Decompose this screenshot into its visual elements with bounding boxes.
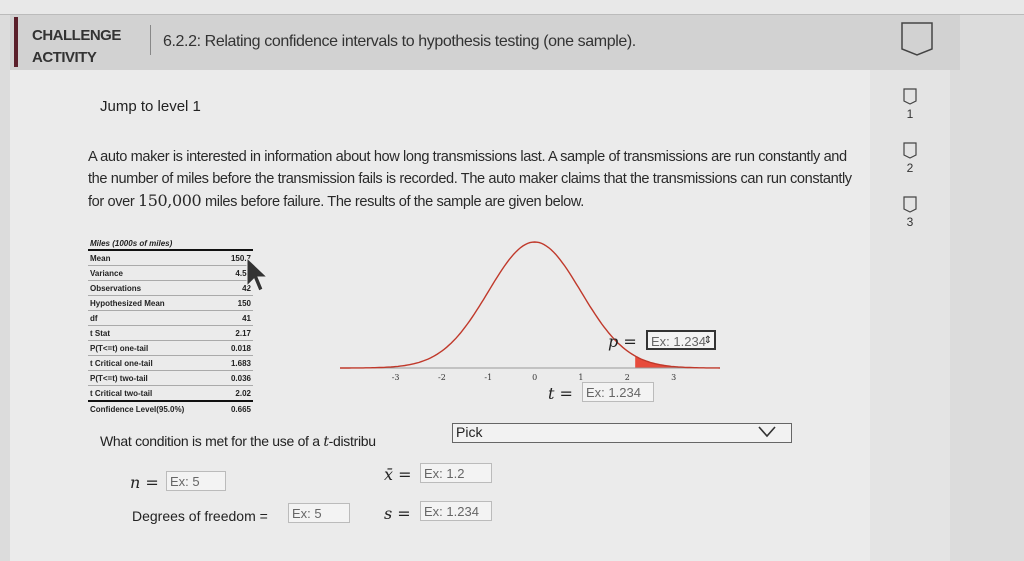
row-value: 2.02 bbox=[220, 385, 253, 402]
n-input[interactable]: Ex: 5 bbox=[166, 471, 226, 491]
row-label: t Critical one-tail bbox=[88, 355, 221, 371]
top-strip bbox=[0, 0, 1024, 15]
level-flag-icon bbox=[903, 196, 917, 213]
n-label: n = bbox=[130, 473, 159, 492]
table-row: Observations 42 bbox=[88, 280, 253, 296]
activity-completion-flag-icon bbox=[900, 21, 934, 62]
table-row: Confidence Level(95.0%) 0.665 bbox=[88, 401, 253, 416]
activity-title: 6.2.2: Relating confidence intervals to … bbox=[163, 33, 636, 50]
x-tick-label: 3 bbox=[671, 373, 676, 382]
level-flag-icon bbox=[903, 88, 917, 105]
p-value-input[interactable]: Ex: 1.234 ⇕ bbox=[646, 330, 716, 350]
table-row: Mean 150.7 bbox=[88, 250, 253, 266]
t-distribution-chart: -3 -2 -1 0 1 2 3 bbox=[340, 241, 720, 382]
spinner-icon[interactable]: ⇕ bbox=[704, 331, 712, 350]
df-input[interactable]: Ex: 5 bbox=[288, 503, 350, 523]
level-flag-icon bbox=[903, 142, 917, 159]
row-label: Confidence Level(95.0%) bbox=[90, 404, 185, 414]
row-label: t Stat bbox=[88, 325, 221, 341]
row-label: Variance bbox=[88, 265, 221, 281]
row-label: df bbox=[88, 310, 221, 326]
table-row: t Critical one-tail 1.683 bbox=[88, 355, 253, 371]
level-3-button[interactable]: 3 bbox=[870, 196, 950, 229]
activity-header: CHALLENGE ACTIVITY 6.2.2: Relating confi… bbox=[10, 15, 960, 70]
table-row: Variance 4.55 bbox=[88, 265, 253, 281]
sample-results-table: Miles (1000s of miles) Mean 150.7 Variance… bbox=[88, 238, 253, 416]
t-distribution-condition-question: What condition is met for the use of a t… bbox=[100, 433, 376, 450]
x-tick-label: 2 bbox=[625, 373, 630, 382]
problem-statement: A auto maker is interested in informatio… bbox=[88, 149, 852, 210]
table-row: t Critical two-tail 2.02 bbox=[88, 385, 253, 402]
table-row: t Stat 2.17 bbox=[88, 325, 253, 341]
row-label: P(T<=t) two-tail bbox=[88, 370, 221, 386]
row-label: P(T<=t) one-tail bbox=[88, 340, 221, 356]
table-row: P(T<=t) two-tail 0.036 bbox=[88, 370, 253, 386]
x-tick-label: 1 bbox=[578, 373, 583, 382]
row-label: Mean bbox=[88, 250, 221, 266]
xbar-input[interactable]: Ex: 1.2 bbox=[420, 463, 492, 483]
t-value-input[interactable]: Ex: 1.234 bbox=[582, 382, 654, 402]
row-label: t Critical two-tail bbox=[88, 385, 221, 402]
x-tick-label: 0 bbox=[532, 373, 537, 382]
p-label: p = bbox=[608, 332, 637, 351]
row-value: 0.018 bbox=[220, 340, 253, 356]
df-label: Degrees of freedom = bbox=[132, 508, 268, 524]
x-tick-label: -1 bbox=[484, 373, 492, 382]
xbar-label: x̄ = bbox=[384, 465, 412, 484]
claim-number: 150,000 bbox=[137, 191, 202, 210]
row-value: 0.036 bbox=[220, 370, 253, 386]
row-value: 41 bbox=[220, 310, 253, 326]
level-1-button[interactable]: 1 bbox=[870, 88, 950, 121]
level-sidebar: 1 2 3 bbox=[870, 70, 950, 561]
header-accent-bar bbox=[14, 17, 18, 67]
row-value: 2.17 bbox=[220, 325, 253, 341]
mouse-cursor-icon bbox=[245, 256, 269, 301]
x-tick-label: -2 bbox=[438, 373, 446, 382]
row-value: 1.683 bbox=[220, 355, 253, 371]
jump-to-level-link[interactable]: Jump to level 1 bbox=[100, 98, 201, 115]
chevron-down-icon bbox=[757, 425, 777, 442]
row-label: Hypothesized Mean bbox=[88, 295, 221, 311]
table-row: Hypothesized Mean 150 bbox=[88, 295, 253, 311]
activity-type-label: CHALLENGE ACTIVITY bbox=[32, 27, 121, 66]
row-label: Observations bbox=[88, 280, 221, 296]
table-row: df 41 bbox=[88, 310, 253, 326]
s-label: s = bbox=[384, 504, 411, 523]
table-header: Miles (1000s of miles) bbox=[88, 238, 253, 251]
table-row: P(T<=t) one-tail 0.018 bbox=[88, 340, 253, 356]
x-tick-label: -3 bbox=[392, 373, 400, 382]
row-value: 0.665 bbox=[230, 404, 251, 414]
condition-dropdown[interactable]: Pick bbox=[452, 423, 792, 443]
t-label: t = bbox=[548, 384, 573, 403]
header-divider bbox=[150, 25, 151, 55]
level-2-button[interactable]: 2 bbox=[870, 142, 950, 175]
s-input[interactable]: Ex: 1.234 bbox=[420, 501, 492, 521]
